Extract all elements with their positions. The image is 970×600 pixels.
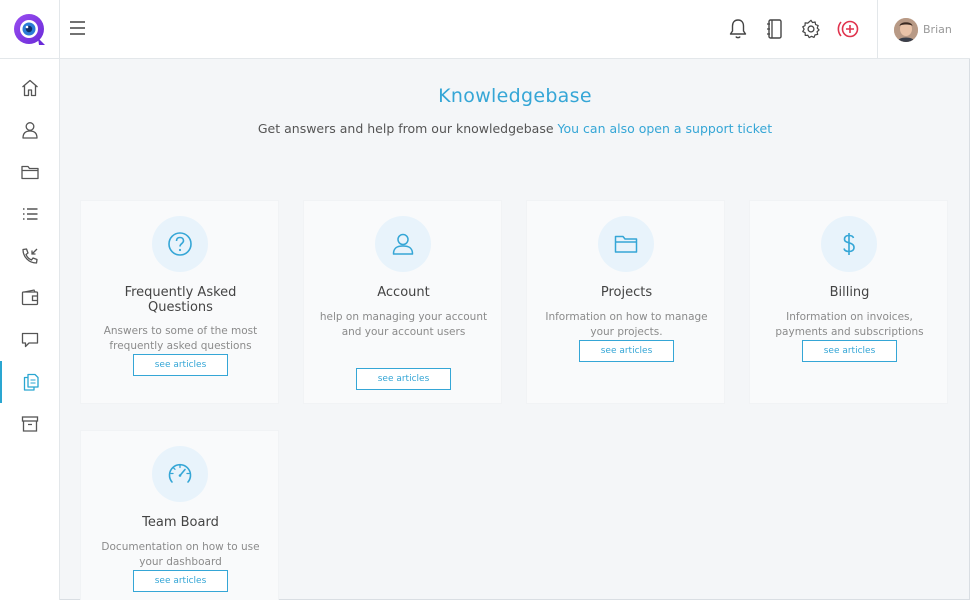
subtitle-text: Get answers and help from our knowledgeb… — [257, 121, 554, 136]
card-title: Team Board — [142, 515, 219, 530]
card-description: Documentation on how to use your dashboa… — [101, 541, 260, 568]
card-title: Projects — [600, 285, 653, 300]
page-subtitle: Get answers and help from our knowledgeb… — [60, 121, 970, 136]
see-articles-button[interactable]: see articles — [133, 354, 228, 376]
bell-icon[interactable] — [727, 17, 749, 41]
sidebar-item-tasks[interactable] — [0, 193, 60, 235]
wallet-icon — [21, 289, 39, 306]
folder-icon — [614, 235, 638, 253]
user-icon — [392, 233, 414, 255]
gear-icon[interactable] — [800, 17, 822, 41]
phone-icon — [22, 248, 38, 264]
dollar-icon — [843, 233, 855, 255]
sidebar-item-contacts[interactable] — [0, 109, 60, 151]
card-title: Account — [377, 285, 430, 300]
sidebar — [0, 59, 60, 600]
home-icon — [22, 79, 38, 97]
card-icon-circle — [598, 216, 654, 272]
folder-icon — [21, 165, 39, 180]
card-title: Billing — [829, 285, 870, 300]
card-description: Information on how to manage your projec… — [545, 311, 708, 338]
sidebar-item-archive[interactable] — [0, 403, 60, 445]
notebook-icon[interactable] — [764, 17, 786, 41]
card-icon-circle — [375, 216, 431, 272]
see-articles-button[interactable]: see articles — [579, 340, 674, 362]
card-icon-circle — [821, 216, 877, 272]
see-articles-button[interactable]: see articles — [356, 368, 451, 390]
see-articles-button[interactable]: see articles — [133, 570, 228, 592]
avatar — [894, 17, 918, 42]
main-content: Knowledgebase Get answers and help from … — [60, 59, 970, 600]
chat-icon — [21, 332, 39, 348]
logo[interactable] — [0, 0, 60, 59]
see-articles-button[interactable]: see articles — [802, 340, 897, 362]
user-name: Brian — [923, 23, 952, 36]
card-icon-circle — [152, 216, 208, 272]
kb-card-billing[interactable]: Billing Information on invoices, payment… — [749, 200, 948, 404]
card-description: help on managing your account and your a… — [319, 311, 488, 338]
hamburger-icon[interactable] — [68, 18, 88, 38]
documents-icon — [23, 373, 39, 391]
kb-card-team-board[interactable]: Team Board Documentation on how to use y… — [80, 430, 279, 600]
kb-card-projects[interactable]: Projects Information on how to manage yo… — [526, 200, 725, 404]
card-description: Answers to some of the most frequently a… — [103, 325, 258, 352]
kb-card-account[interactable]: Account help on managing your account an… — [303, 200, 502, 404]
kb-card-faq[interactable]: Frequently Asked Questions Answers to so… — [80, 200, 279, 404]
sidebar-item-calls[interactable] — [0, 235, 60, 277]
speedometer-icon — [168, 463, 192, 483]
sidebar-item-messages[interactable] — [0, 319, 60, 361]
top-bar: Brian — [0, 0, 970, 59]
card-title: Frequently Asked Questions — [124, 285, 237, 315]
page-title: Knowledgebase — [438, 85, 592, 107]
archive-icon — [21, 416, 39, 432]
card-description: Information on invoices, payments and su… — [775, 311, 924, 338]
question-icon — [168, 232, 192, 256]
user-icon — [22, 122, 38, 139]
sidebar-item-knowledgebase[interactable] — [0, 361, 60, 403]
card-icon-circle — [152, 446, 208, 502]
list-icon — [23, 208, 38, 220]
sidebar-item-projects[interactable] — [0, 151, 60, 193]
sidebar-item-home[interactable] — [0, 67, 60, 109]
support-ticket-link[interactable]: You can also open a support ticket — [558, 121, 773, 136]
add-circle-icon[interactable] — [836, 17, 862, 41]
app-logo-icon — [13, 13, 45, 45]
sidebar-item-billing[interactable] — [0, 277, 60, 319]
user-menu[interactable]: Brian — [877, 0, 970, 59]
